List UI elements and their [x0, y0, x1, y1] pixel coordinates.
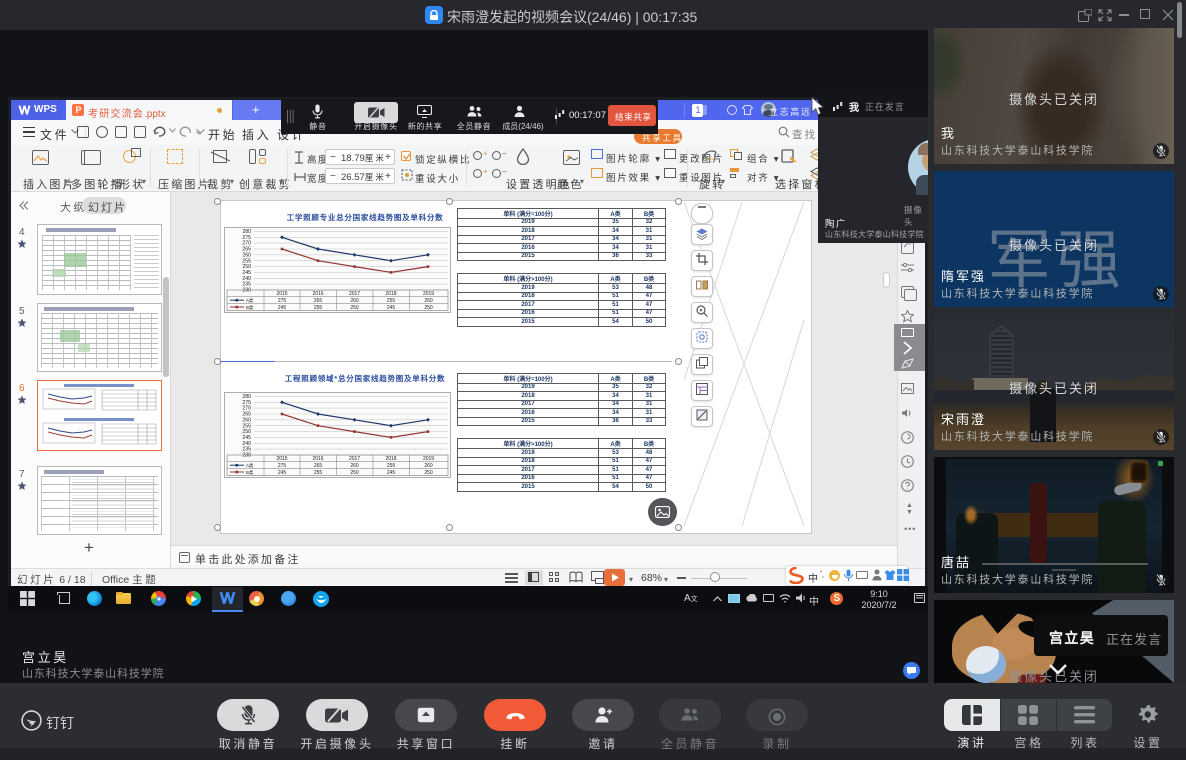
- svg-text:2015: 2015: [276, 456, 287, 462]
- svg-text:2017: 2017: [349, 291, 360, 297]
- svg-text:2018: 2018: [385, 456, 396, 462]
- svg-text:275: 275: [278, 298, 287, 304]
- svg-text:265: 265: [314, 463, 323, 469]
- svg-text:A类: A类: [246, 462, 254, 469]
- svg-text:250: 250: [350, 305, 359, 311]
- svg-text:265: 265: [314, 298, 323, 304]
- svg-text:255: 255: [314, 305, 323, 311]
- svg-text:230: 230: [242, 453, 251, 459]
- svg-text:2015: 2015: [276, 291, 287, 297]
- svg-text:245: 245: [278, 470, 287, 476]
- svg-text:245: 245: [278, 305, 287, 311]
- svg-text:2017: 2017: [349, 456, 360, 462]
- svg-text:2019: 2019: [423, 456, 434, 462]
- svg-text:230: 230: [242, 288, 251, 294]
- svg-text:2016: 2016: [312, 456, 323, 462]
- svg-text:A类: A类: [246, 297, 254, 304]
- svg-text:250: 250: [424, 470, 433, 476]
- svg-text:250: 250: [424, 305, 433, 311]
- svg-text:B类: B类: [246, 469, 254, 476]
- svg-text:B类: B类: [246, 304, 254, 311]
- svg-text:245: 245: [387, 470, 396, 476]
- svg-text:255: 255: [387, 463, 396, 469]
- svg-text:255: 255: [387, 298, 396, 304]
- svg-text:2019: 2019: [423, 291, 434, 297]
- svg-text:260: 260: [350, 298, 359, 304]
- svg-text:260: 260: [424, 463, 433, 469]
- svg-text:275: 275: [278, 463, 287, 469]
- svg-text:2016: 2016: [312, 291, 323, 297]
- svg-text:260: 260: [424, 298, 433, 304]
- svg-text:245: 245: [387, 305, 396, 311]
- svg-text:250: 250: [350, 470, 359, 476]
- svg-text:2018: 2018: [385, 291, 396, 297]
- svg-text:260: 260: [350, 463, 359, 469]
- svg-text:255: 255: [314, 470, 323, 476]
